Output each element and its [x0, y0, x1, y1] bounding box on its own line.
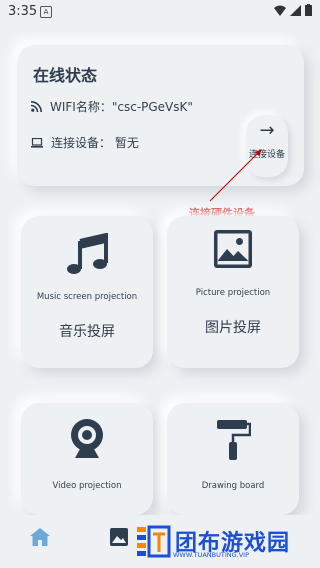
- music-projection-en-label: Music screen projection: [36, 292, 138, 302]
- picture-projection-tile[interactable]: Picture projection 图片投屏: [167, 216, 299, 368]
- music-projection-cn-label: 音乐投屏: [59, 324, 115, 340]
- music-note-icon: [67, 233, 108, 274]
- watermark-logo-icon: [137, 525, 171, 558]
- picture-projection-cn-label: 图片投屏: [205, 320, 261, 336]
- drawing-board-tile[interactable]: Drawing board: [167, 403, 299, 515]
- video-projection-en-label: Video projection: [52, 481, 122, 491]
- gallery-icon[interactable]: [110, 528, 128, 546]
- picture-projection-en-label: Picture projection: [195, 288, 271, 298]
- webcam-icon: [71, 419, 103, 458]
- home-icon[interactable]: [30, 528, 50, 546]
- paint-roller-icon: [217, 420, 251, 460]
- watermark: 团布游戏园 WWW.TUANBUTING.VIP: [137, 519, 290, 563]
- drawing-board-en-label: Drawing board: [201, 481, 265, 491]
- watermark-subtext: WWW.TUANBUTING.VIP: [173, 551, 249, 559]
- image-icon: [214, 230, 252, 268]
- music-projection-tile[interactable]: Music screen projection 音乐投屏: [21, 216, 153, 368]
- video-projection-tile[interactable]: Video projection: [21, 403, 153, 515]
